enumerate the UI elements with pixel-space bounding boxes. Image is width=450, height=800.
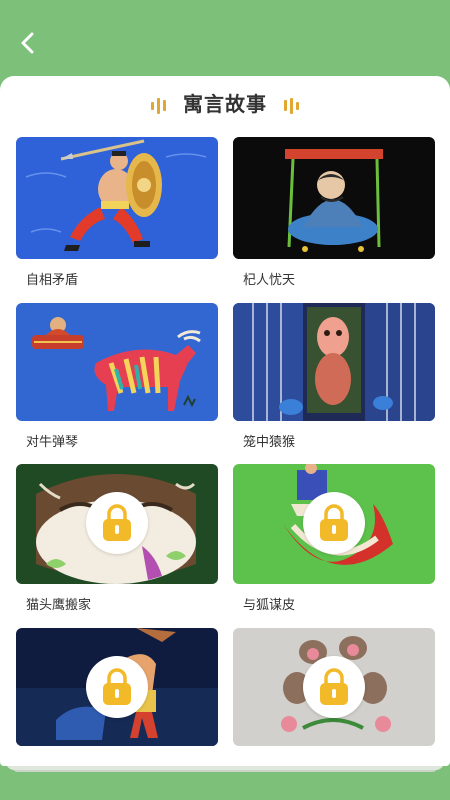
caged-monkey-illustration (233, 303, 435, 421)
story-title: 猫头鹰搬家 (26, 598, 92, 613)
top-bar (0, 0, 450, 78)
story-title: 笼中猿猴 (243, 435, 296, 450)
story-title: 杞人忧天 (243, 273, 296, 288)
ox-zither-illustration (16, 303, 218, 421)
section-heading: 寓言故事 (0, 90, 450, 118)
story-thumbnail[interactable] (233, 137, 435, 259)
spear-shield-illustration (16, 137, 218, 259)
story-thumbnail[interactable] (16, 628, 218, 746)
lock-badge (86, 656, 148, 718)
story-thumbnail[interactable] (233, 628, 435, 746)
story-card[interactable]: 笼中猿猴 (233, 303, 435, 451)
lock-badge (86, 492, 148, 554)
story-card[interactable]: 猫头鹰搬家 (16, 464, 218, 614)
story-title: 自相矛盾 (26, 273, 79, 288)
story-card[interactable]: 杞人忧天 (233, 137, 435, 289)
section-title: 寓言故事 (183, 92, 267, 116)
story-thumbnail[interactable] (16, 303, 218, 421)
story-card[interactable] (16, 628, 218, 746)
lock-icon (103, 668, 131, 705)
story-title: 对牛弹琴 (26, 435, 79, 450)
chevron-left-icon (21, 32, 34, 54)
lock-badge (303, 492, 365, 554)
lock-badge (303, 656, 365, 718)
story-card[interactable]: 与狐谋皮 (233, 464, 435, 614)
story-panel: 寓言故事 自相矛盾 杞人忧天 对牛弹琴 笼中猿猴 猫头鹰搬家 与狐谋皮 (0, 76, 450, 766)
lock-icon (103, 504, 131, 541)
story-card[interactable] (233, 628, 435, 746)
story-card[interactable]: 对牛弹琴 (16, 303, 218, 451)
story-thumbnail[interactable] (233, 464, 435, 584)
lock-icon (320, 504, 348, 541)
sound-bars-icon (150, 95, 168, 114)
story-card[interactable]: 自相矛盾 (16, 137, 218, 289)
story-thumbnail[interactable] (233, 303, 435, 421)
story-thumbnail[interactable] (16, 464, 218, 584)
story-title: 与狐谋皮 (243, 598, 296, 613)
story-thumbnail[interactable] (16, 137, 218, 259)
worried-man-illustration (233, 137, 435, 259)
back-button[interactable] (14, 28, 44, 58)
sound-bars-icon (282, 95, 300, 114)
lock-icon (320, 668, 348, 705)
